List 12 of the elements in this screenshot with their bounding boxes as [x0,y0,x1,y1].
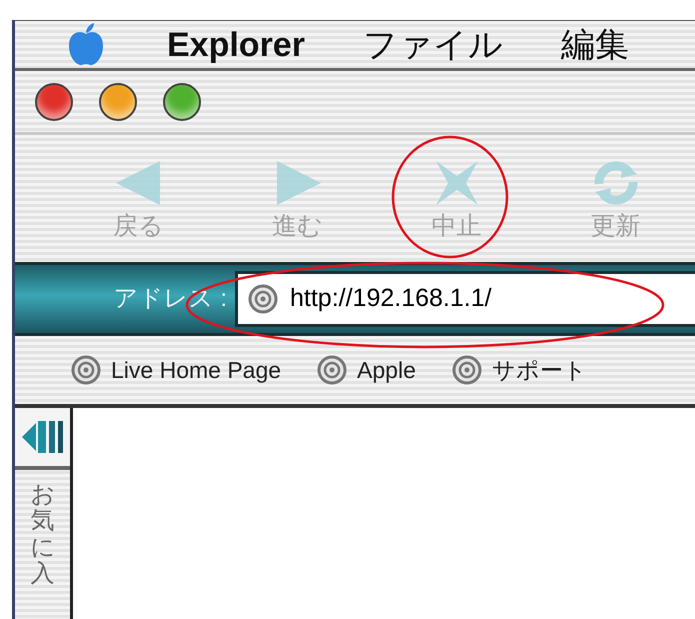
window-control-button[interactable] [35,82,73,120]
app-menu[interactable]: Explorer [167,28,305,62]
sidebar-toggle[interactable] [15,408,70,470]
address-field[interactable]: http://192.168.1.1/ [235,271,695,327]
menu-item[interactable]: 編集 [560,28,629,62]
favorite-link[interactable]: サポート [452,352,587,388]
window-control-button[interactable] [163,82,201,120]
window-control-button[interactable] [99,82,137,120]
favorite-link[interactable]: Live Home Page [71,352,282,388]
favorite-link[interactable]: Apple [317,352,416,388]
collapse-arrow-icon [20,419,66,455]
menu-item[interactable]: ファイル [362,28,503,62]
